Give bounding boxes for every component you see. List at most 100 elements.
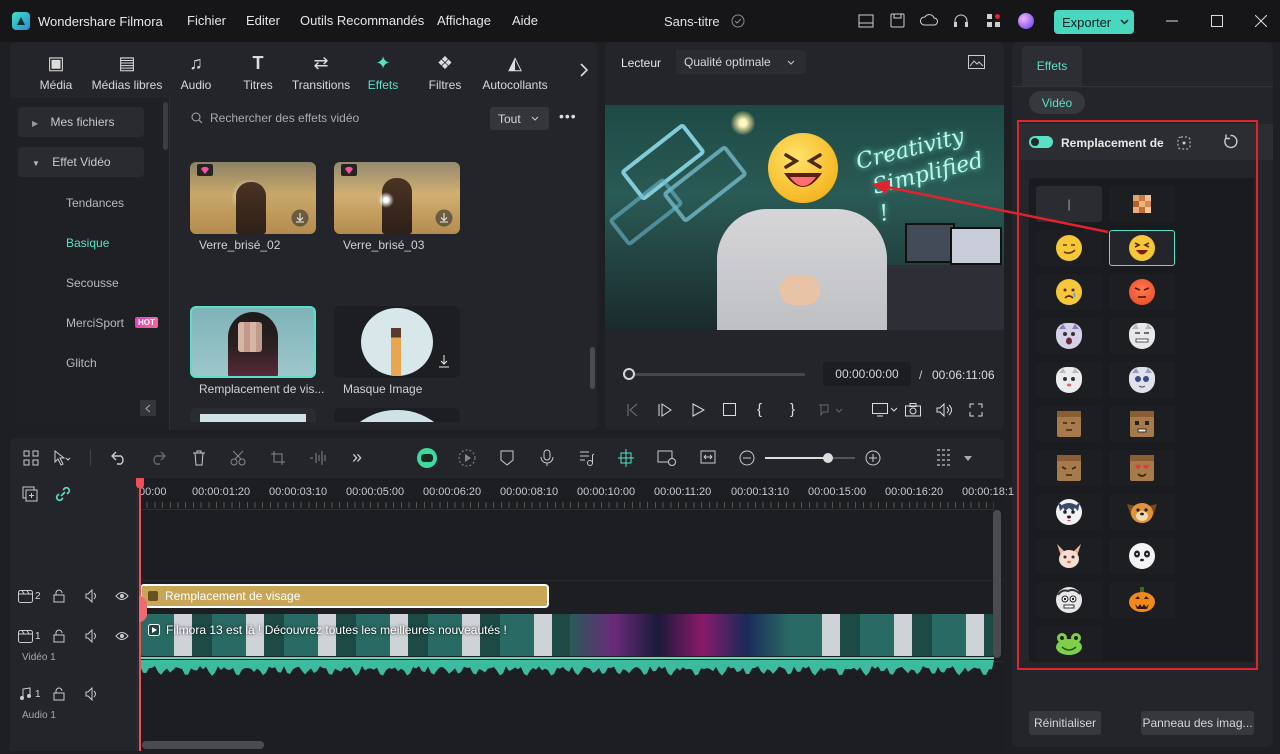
lock-icon[interactable]	[53, 629, 65, 643]
step-forward-icon[interactable]	[658, 403, 672, 417]
speaker-icon[interactable]	[85, 589, 99, 603]
volume-icon[interactable]	[936, 403, 954, 417]
fullscreen-icon[interactable]	[969, 403, 983, 417]
effects-scrollbar[interactable]	[590, 347, 595, 389]
effect-thumb-lighthouse-2[interactable]	[334, 408, 460, 422]
lock-icon[interactable]	[53, 589, 65, 603]
tab-stickers[interactable]: ◭ Autocollants	[477, 52, 553, 92]
effect-thumb-face-replacement[interactable]	[190, 306, 316, 378]
download-icon[interactable]	[291, 209, 309, 227]
menu-outils[interactable]: Outils Recommandés	[300, 13, 424, 28]
minimize-icon[interactable]	[1166, 20, 1178, 22]
delete-icon[interactable]	[192, 450, 206, 466]
avatar[interactable]	[1018, 13, 1034, 29]
headset-icon[interactable]	[953, 13, 969, 29]
marker-icon[interactable]	[818, 404, 844, 416]
chevron-right-icon[interactable]	[580, 63, 588, 77]
redo-icon[interactable]	[150, 451, 166, 465]
eye-icon[interactable]	[115, 590, 129, 602]
sidebar-item-video-effect[interactable]: ▼ Effet Vidéo	[18, 147, 144, 177]
layout-icon[interactable]	[858, 14, 874, 28]
add-track-icon[interactable]	[22, 486, 38, 502]
reset-button[interactable]: Réinitialiser	[1029, 711, 1101, 735]
mark-out-icon[interactable]: }	[790, 401, 795, 418]
download-icon[interactable]	[435, 209, 453, 227]
maximize-icon[interactable]	[1211, 15, 1223, 27]
microphone-icon[interactable]	[540, 449, 554, 467]
speaker-icon[interactable]	[85, 629, 99, 643]
ai-assistant-icon[interactable]	[417, 448, 437, 468]
progress-track[interactable]	[627, 373, 805, 376]
lock-icon[interactable]	[53, 687, 65, 701]
zoom-slider-handle[interactable]	[823, 453, 833, 463]
cut-icon[interactable]	[230, 450, 246, 466]
mark-in-icon[interactable]: {	[757, 401, 762, 418]
close-icon[interactable]	[1255, 15, 1267, 27]
sidebar-item-basique[interactable]: Basique	[66, 236, 109, 250]
snap-icon[interactable]	[617, 448, 635, 468]
camera-icon[interactable]	[905, 403, 921, 417]
effect-thumb-lighthouse-1[interactable]	[190, 408, 316, 422]
save-icon[interactable]	[890, 13, 905, 28]
zoom-out-icon[interactable]	[739, 450, 755, 466]
sidebar-item-mercisport[interactable]: MerciSport	[66, 316, 124, 330]
more-tools-icon[interactable]: »	[352, 447, 362, 468]
search-input[interactable]	[210, 108, 480, 128]
play-icon[interactable]	[692, 403, 705, 417]
current-time[interactable]: 00:00:00:00	[823, 362, 911, 386]
vertical-scrollbar[interactable]	[993, 510, 1001, 658]
tab-stock-media[interactable]: ▤ Médias libres	[89, 52, 165, 92]
effect-thumb-broken-glass-02[interactable]	[190, 162, 316, 234]
layout-grid-icon[interactable]	[23, 450, 39, 466]
auto-reframe-icon[interactable]	[657, 450, 677, 466]
sidebar-item-glitch[interactable]: Glitch	[66, 356, 97, 370]
progress-handle[interactable]	[623, 368, 635, 380]
more-options-icon[interactable]: •••	[559, 108, 577, 124]
crop-icon[interactable]	[270, 450, 286, 466]
filter-dropdown[interactable]: Tout	[490, 107, 549, 130]
marker-shield-icon[interactable]	[500, 450, 514, 466]
menu-affichage[interactable]: Affichage	[437, 13, 491, 28]
link-icon[interactable]	[55, 486, 71, 502]
speaker-icon[interactable]	[85, 687, 99, 701]
menu-aide[interactable]: Aide	[512, 13, 538, 28]
previous-frame-icon[interactable]	[625, 403, 639, 417]
fit-timeline-icon[interactable]	[700, 450, 716, 464]
sidebar-item-secousse[interactable]: Secousse	[66, 276, 119, 290]
image-panel-button[interactable]: Panneau des imag...	[1141, 711, 1254, 735]
playhead-handle[interactable]	[136, 478, 144, 488]
stop-icon[interactable]	[723, 403, 736, 416]
zoom-in-icon[interactable]	[865, 450, 881, 466]
display-settings-icon[interactable]	[872, 403, 898, 417]
sidebar-item-tendances[interactable]: Tendances	[66, 196, 124, 210]
audio-edit-icon[interactable]	[308, 450, 330, 466]
video-clip[interactable]: Filmora 13 est là ! Découvrez toutes les…	[140, 614, 994, 656]
eye-icon[interactable]	[115, 630, 129, 642]
menu-fichier[interactable]: Fichier	[187, 13, 226, 28]
tab-media[interactable]: ▣ Média	[18, 52, 94, 92]
menu-editer[interactable]: Editer	[246, 13, 280, 28]
sidebar-scrollbar[interactable]	[163, 102, 168, 150]
zoom-slider-track[interactable]	[765, 457, 855, 459]
horizontal-scrollbar[interactable]	[142, 741, 264, 749]
collapse-sidebar-button[interactable]	[140, 400, 156, 416]
snapshot-image-icon[interactable]	[968, 55, 985, 69]
effect-clip[interactable]: Remplacement de visage	[140, 584, 549, 608]
track-height-icon[interactable]	[936, 448, 952, 468]
undo-icon[interactable]	[111, 451, 127, 465]
download-icon[interactable]	[437, 353, 451, 369]
music-list-icon[interactable]	[579, 450, 595, 466]
apps-grid-icon[interactable]	[987, 14, 1000, 27]
render-preview-icon[interactable]	[458, 449, 476, 467]
chevron-down-icon[interactable]	[964, 456, 972, 461]
select-tool-icon[interactable]	[53, 450, 71, 466]
export-button[interactable]: Exporter	[1054, 10, 1134, 34]
cloud-icon[interactable]	[920, 13, 938, 28]
effect-thumb-broken-glass-03[interactable]	[334, 162, 460, 234]
quality-dropdown[interactable]: Qualité optimale	[676, 50, 806, 74]
tab-effects-properties[interactable]: Effets	[1022, 46, 1082, 86]
subtab-video[interactable]: Vidéo	[1029, 91, 1085, 114]
sidebar-item-my-files[interactable]: ▶ Mes fichiers	[18, 107, 144, 137]
effect-thumb-image-mask[interactable]	[334, 306, 460, 378]
tab-filters[interactable]: ❖ Filtres	[407, 52, 483, 92]
